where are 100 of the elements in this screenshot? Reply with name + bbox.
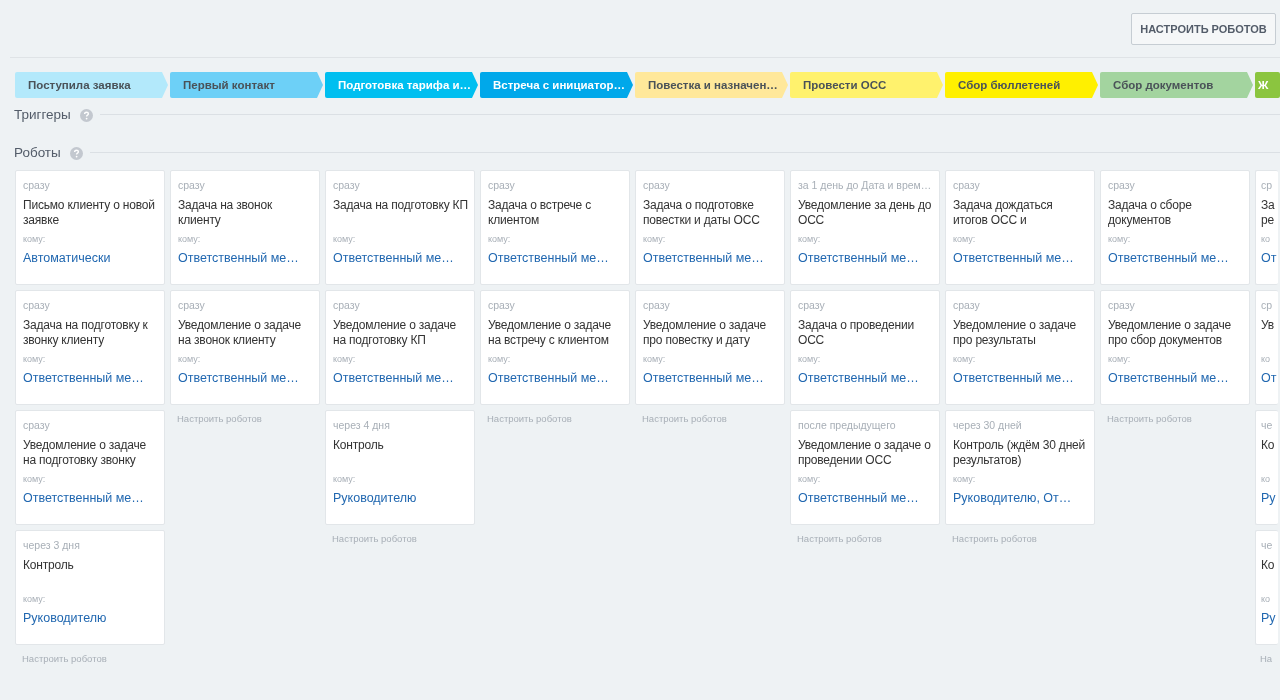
robot-card[interactable]: через 3 дня Контроль кому: Руководителю bbox=[15, 530, 165, 645]
robot-timing: сразу bbox=[643, 299, 671, 313]
robot-title: Уведомление о задаче про сбор документов bbox=[1108, 318, 1233, 348]
robot-card[interactable]: сразу Задача дождаться итогов ОСС и кому: Ответственный ме… bbox=[945, 170, 1095, 285]
help-icon[interactable] bbox=[79, 108, 93, 122]
recipient-link[interactable]: Ответственный ме… bbox=[953, 251, 1088, 265]
recipient-link[interactable]: Ответственный ме… bbox=[178, 251, 313, 265]
robot-card[interactable]: сразу Задача на подготовку КП кому: Ответственный ме… bbox=[325, 170, 475, 285]
recipient-link[interactable]: Ответственный ме… bbox=[798, 491, 933, 505]
recipient-label: кому: bbox=[953, 474, 977, 486]
recipient-label: кому: bbox=[953, 354, 977, 366]
recipient-label: ко bbox=[1261, 354, 1272, 366]
robot-timing: сразу bbox=[488, 299, 516, 313]
robot-card[interactable]: сразу Задача на подготовку к звонку клиенту кому: Ответственный ме… bbox=[15, 290, 165, 405]
robot-timing: сразу bbox=[23, 179, 51, 193]
recipient-label: кому: bbox=[798, 234, 822, 246]
robot-card[interactable]: сразу Уведомление о задаче на встречу с клиентом кому: Ответственный ме… bbox=[480, 290, 630, 405]
recipient-link[interactable]: Ответственный ме… bbox=[23, 371, 158, 385]
recipient-link[interactable]: Ответственный ме… bbox=[488, 251, 623, 265]
recipient-link[interactable]: Ру bbox=[1261, 611, 1278, 625]
recipient-link[interactable]: Ру bbox=[1261, 491, 1278, 505]
recipient-label: кому: bbox=[488, 354, 512, 366]
robot-card[interactable]: сразу Уведомление о задаче про повестку и дату кому: Ответственный ме… bbox=[635, 290, 785, 405]
recipient-label: кому: bbox=[23, 354, 47, 366]
configure-robots-button[interactable]: НАСТРОИТЬ РОБОТОВ bbox=[1131, 13, 1276, 45]
robot-title: Задача о проведении ОСС bbox=[798, 318, 915, 348]
recipient-label: кому: bbox=[798, 474, 822, 486]
robot-card[interactable]: ср Ув ко От bbox=[1255, 290, 1278, 405]
robot-title: Ув bbox=[1261, 318, 1275, 334]
robot-card[interactable]: сразу Задача о подготовке повестки и даты ОСС кому: Ответственный ме… bbox=[635, 170, 785, 285]
recipient-link[interactable]: Ответственный ме… bbox=[178, 371, 313, 385]
robot-card[interactable]: сразу Письмо клиенту о новой заявке кому: Автоматически bbox=[15, 170, 165, 285]
robot-timing: сразу bbox=[1108, 299, 1136, 313]
recipient-link[interactable]: Ответственный ме… bbox=[1108, 371, 1243, 385]
recipient-link[interactable]: Ответственный ме… bbox=[798, 251, 933, 265]
stage-tab[interactable]: Поступила заявка bbox=[15, 72, 168, 98]
recipient-link[interactable]: Руководителю bbox=[333, 491, 468, 505]
robot-timing: сразу bbox=[953, 179, 981, 193]
recipient-label: кому: bbox=[798, 354, 822, 366]
robot-timing: сразу bbox=[23, 299, 51, 313]
recipient-link[interactable]: От bbox=[1261, 251, 1278, 265]
robot-card[interactable]: сразу Задача на звонок клиенту кому: Ответственный ме… bbox=[170, 170, 320, 285]
recipient-label: кому: bbox=[1108, 354, 1132, 366]
recipient-label: кому: bbox=[333, 354, 357, 366]
stage-tab[interactable]: Повестка и назначен… bbox=[635, 72, 788, 98]
robot-card[interactable]: ср За ре ко От bbox=[1255, 170, 1278, 285]
robot-card[interactable]: че Ко ко Ру bbox=[1255, 530, 1278, 645]
robot-timing: ср bbox=[1261, 179, 1274, 193]
recipient-link[interactable]: Ответственный ме… bbox=[333, 251, 468, 265]
robot-title: Письмо клиенту о новой заявке bbox=[23, 198, 156, 228]
robot-card[interactable]: сразу Уведомление о задаче на подготовку КП кому: Ответственный ме… bbox=[325, 290, 475, 405]
robot-timing: через 30 дней bbox=[953, 419, 1023, 433]
robot-card[interactable]: сразу Уведомление о задаче про результаты кому: Ответственный ме… bbox=[945, 290, 1095, 405]
robot-title: Уведомление о задаче на встречу с клиентом bbox=[488, 318, 613, 348]
stage-tab[interactable]: Сбор документов bbox=[1100, 72, 1253, 98]
stage-tab[interactable]: Провести ОСС bbox=[790, 72, 943, 98]
recipient-label: ко bbox=[1261, 474, 1272, 486]
recipient-label: ко bbox=[1261, 234, 1272, 246]
recipient-link[interactable]: Руководителю, От… bbox=[953, 491, 1088, 505]
robot-card[interactable]: сразу Уведомление о задаче на звонок клиенту кому: Ответственный ме… bbox=[170, 290, 320, 405]
robot-card[interactable]: сразу Уведомление о задаче про сбор документов кому: Ответственный ме… bbox=[1100, 290, 1250, 405]
recipient-link[interactable]: Ответственный ме… bbox=[798, 371, 933, 385]
recipient-label: кому: bbox=[1108, 234, 1132, 246]
robot-timing: сразу bbox=[23, 419, 51, 433]
recipient-link[interactable]: Ответственный ме… bbox=[23, 491, 158, 505]
stage-tab[interactable]: Сбор бюллетеней bbox=[945, 72, 1098, 98]
recipient-link[interactable]: От bbox=[1261, 371, 1278, 385]
robot-title: Уведомление о задаче про результаты bbox=[953, 318, 1078, 348]
recipient-label: кому: bbox=[643, 234, 667, 246]
robot-card[interactable]: сразу Задача о встрече с клиентом кому: Ответственный ме… bbox=[480, 170, 630, 285]
robot-card[interactable]: че Ко ко Ру bbox=[1255, 410, 1278, 525]
robot-card[interactable]: сразу Задача о сборе документов кому: Ответственный ме… bbox=[1100, 170, 1250, 285]
recipient-label: кому: bbox=[23, 474, 47, 486]
robot-title: Задача дождаться итогов ОСС и bbox=[953, 198, 1054, 228]
recipient-link[interactable]: Руководителю bbox=[23, 611, 158, 625]
robot-title: Уведомление о задаче на подготовку звонку bbox=[23, 438, 148, 468]
robot-card[interactable]: через 4 дня Контроль кому: Руководителю bbox=[325, 410, 475, 525]
robot-timing: че bbox=[1261, 539, 1274, 553]
recipient-link[interactable]: Ответственный ме… bbox=[1108, 251, 1243, 265]
robot-card[interactable]: сразу Задача о проведении ОСС кому: Ответственный ме… bbox=[790, 290, 940, 405]
recipient-link[interactable]: Автоматически bbox=[23, 251, 158, 265]
robot-title: Задача о встрече с клиентом bbox=[488, 198, 592, 228]
recipient-link[interactable]: Ответственный ме… bbox=[953, 371, 1088, 385]
stage-tab[interactable]: Первый контакт bbox=[170, 72, 323, 98]
recipient-link[interactable]: Ответственный ме… bbox=[333, 371, 468, 385]
robot-title: Уведомление о задаче на подготовку КП bbox=[333, 318, 458, 348]
robot-card[interactable]: за 1 день до Дата и врем… Уведомление за день до ОСС кому: Ответственный ме… bbox=[790, 170, 940, 285]
robot-timing: сразу bbox=[1108, 179, 1136, 193]
robot-title: Контроль bbox=[23, 558, 75, 574]
section-title: Триггеры bbox=[14, 106, 71, 122]
help-icon[interactable] bbox=[69, 146, 83, 160]
recipient-link[interactable]: Ответственный ме… bbox=[643, 371, 778, 385]
recipient-label: кому: bbox=[178, 234, 202, 246]
robot-card[interactable]: через 30 дней Контроль (ждём 30 дней результатов) кому: Руководителю, От… bbox=[945, 410, 1095, 525]
robot-timing: за 1 день до Дата и врем… bbox=[798, 179, 933, 193]
robot-timing: сразу bbox=[798, 299, 826, 313]
recipient-link[interactable]: Ответственный ме… bbox=[643, 251, 778, 265]
robot-card[interactable]: сразу Уведомление о задаче на подготовку звонку кому: Ответственный ме… bbox=[15, 410, 165, 525]
robot-card[interactable]: после предыдущего Уведомление о задаче о проведении ОСС кому: Ответственный ме… bbox=[790, 410, 940, 525]
recipient-link[interactable]: Ответственный ме… bbox=[488, 371, 623, 385]
